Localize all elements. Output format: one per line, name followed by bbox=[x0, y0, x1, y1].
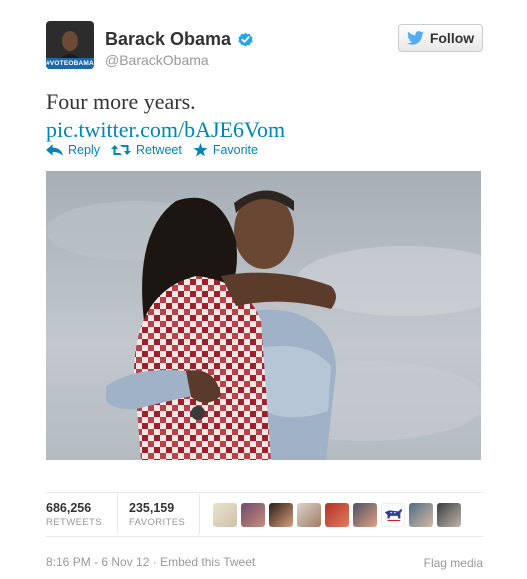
user-avatar[interactable]: #VOTEOBAMA bbox=[46, 21, 94, 69]
follow-label: Follow bbox=[429, 30, 475, 46]
donkey-logo-icon bbox=[384, 508, 403, 522]
meta-separator: · bbox=[149, 555, 161, 569]
stats-separator bbox=[117, 494, 118, 534]
favorite-count-label: FAVORITES bbox=[129, 517, 186, 528]
stats-top-divider bbox=[46, 492, 483, 493]
hug-photo bbox=[46, 171, 481, 460]
tweet-card: #VOTEOBAMA Barack Obama @BarackObama Fol… bbox=[0, 0, 527, 579]
favoriter-avatar[interactable] bbox=[325, 503, 349, 527]
favoriters-avatars bbox=[213, 503, 461, 527]
favorite-label: Favorite bbox=[212, 143, 258, 157]
favoriter-avatar[interactable] bbox=[437, 503, 461, 527]
user-name-text: Barack Obama bbox=[105, 29, 232, 49]
favoriter-avatar[interactable] bbox=[213, 503, 237, 527]
retweet-button[interactable]: Retweet bbox=[110, 143, 182, 157]
favoriter-avatar[interactable] bbox=[297, 503, 321, 527]
twitter-bird-icon bbox=[406, 31, 424, 45]
stats-bottom-divider bbox=[46, 536, 483, 537]
retweet-count-label: RETWEETS bbox=[46, 517, 102, 528]
tweet-body: Four more years. pic.twitter.com/bAJE6Vo… bbox=[46, 88, 285, 144]
tweet-media-photo[interactable] bbox=[46, 171, 481, 460]
tweet-media-link[interactable]: pic.twitter.com/bAJE6Vom bbox=[46, 117, 285, 142]
reply-label: Reply bbox=[68, 143, 100, 157]
favoriter-avatar[interactable] bbox=[269, 503, 293, 527]
star-icon bbox=[193, 143, 208, 157]
favorite-button[interactable]: Favorite bbox=[193, 143, 258, 157]
avatar-hashtag: #VOTEOBAMA bbox=[46, 58, 94, 69]
tweet-meta: 8:16 PM - 6 Nov 12 · Embed this Tweet bbox=[46, 555, 255, 569]
reply-arrow-icon bbox=[46, 144, 63, 156]
retweet-count[interactable]: 686,256 RETWEETS bbox=[46, 501, 102, 528]
tweet-timestamp[interactable]: 8:16 PM - 6 Nov 12 bbox=[46, 555, 149, 569]
favoriter-avatar[interactable] bbox=[409, 503, 433, 527]
embed-tweet-link[interactable]: Embed this Tweet bbox=[160, 555, 255, 569]
favoriter-avatar[interactable] bbox=[353, 503, 377, 527]
follow-button[interactable]: Follow bbox=[398, 24, 483, 52]
favoriter-avatar[interactable] bbox=[241, 503, 265, 527]
retweet-icon bbox=[110, 145, 131, 155]
retweet-label: Retweet bbox=[135, 143, 182, 157]
favoriter-avatar[interactable] bbox=[381, 503, 405, 527]
user-name[interactable]: Barack Obama bbox=[105, 29, 254, 50]
favorite-count[interactable]: 235,159 FAVORITES bbox=[129, 501, 185, 528]
reply-button[interactable]: Reply bbox=[46, 143, 100, 157]
favorite-count-value: 235,159 bbox=[129, 501, 175, 515]
stats-separator bbox=[199, 494, 200, 534]
tweet-text: Four more years. bbox=[46, 89, 196, 114]
flag-media-link[interactable]: Flag media bbox=[424, 556, 483, 570]
verified-badge-icon bbox=[238, 32, 253, 47]
retweet-count-value: 686,256 bbox=[46, 501, 92, 515]
tweet-actions: Reply Retweet Favorite bbox=[46, 143, 269, 157]
user-handle[interactable]: @BarackObama bbox=[105, 52, 209, 68]
